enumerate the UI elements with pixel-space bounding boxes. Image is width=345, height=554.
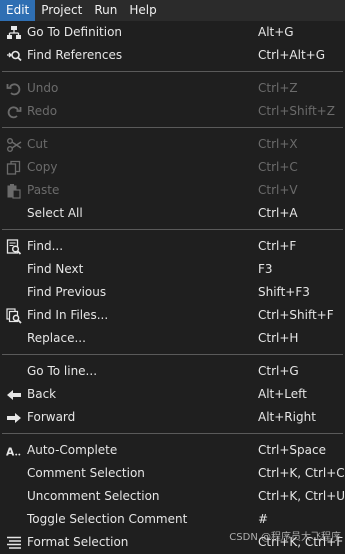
menu-item-label: Undo [27, 81, 59, 95]
redo-icon [6, 104, 22, 120]
menu-item-label: Go To Definition [27, 25, 123, 39]
find-document-icon [6, 239, 22, 255]
menu-item-shortcut: Alt+Left [258, 387, 307, 401]
menu-item-shortcut: Ctrl+H [258, 331, 299, 345]
menu-item-shortcut: Alt+G [258, 25, 294, 39]
menu-item-uncomment-selection[interactable]: Uncomment Selection Ctrl+K, Ctrl+U [0, 485, 345, 508]
menu-item-label: Find... [27, 239, 64, 253]
menu-item-shortcut: Ctrl+Z [258, 81, 298, 95]
menu-item-redo[interactable]: Redo Ctrl+Shift+Z [0, 100, 345, 123]
menu-item-label: Find In Files... [27, 308, 109, 322]
menu-item-find-next[interactable]: Find Next F3 [0, 258, 345, 281]
menu-item-find-previous[interactable]: Find Previous Shift+F3 [0, 281, 345, 304]
menu-separator [2, 71, 343, 72]
menu-item-cut[interactable]: Cut Ctrl+X [0, 133, 345, 156]
undo-icon [6, 81, 22, 97]
menu-item-shortcut: Alt+Right [258, 410, 316, 424]
scissors-icon [6, 137, 22, 153]
menu-item-shortcut: Ctrl+G [258, 364, 299, 378]
menu-item-shortcut: Ctrl+A [258, 206, 298, 220]
menu-bar: Edit Project Run Help [0, 0, 345, 22]
edit-dropdown-menu: Go To Definition Alt+G Find References C… [0, 21, 345, 549]
menu-item-back[interactable]: Back Alt+Left [0, 383, 345, 406]
menu-item-forward[interactable]: Forward Alt+Right [0, 406, 345, 429]
menu-item-copy[interactable]: Copy Ctrl+C [0, 156, 345, 179]
menu-separator [2, 229, 343, 230]
copy-icon [6, 160, 22, 176]
menu-item-shortcut: F3 [258, 262, 273, 276]
menu-item-shortcut: Ctrl+Alt+G [258, 48, 326, 62]
menu-item-shortcut: Ctrl+Shift+Z [258, 104, 335, 118]
menu-item-find-in-files[interactable]: Find In Files... Ctrl+Shift+F [0, 304, 345, 327]
arrow-right-icon [6, 410, 22, 426]
menu-item-label: Auto-Complete [27, 443, 118, 457]
find-references-icon [6, 48, 22, 64]
menu-item-shortcut: Ctrl+K, Ctrl+U [258, 489, 345, 503]
menu-item-shortcut: Ctrl+Shift+F [258, 308, 334, 322]
watermark: CSDN @程序员大飞程序 [229, 532, 341, 543]
menu-item-shortcut: Ctrl+F [258, 239, 297, 253]
menu-item-label: Replace... [27, 331, 86, 345]
arrow-left-icon [6, 387, 22, 403]
menu-item-shortcut: Ctrl+K, Ctrl+C [258, 466, 345, 480]
menu-project[interactable]: Project [35, 0, 88, 21]
menu-item-label: Comment Selection [27, 466, 145, 480]
auto-complete-icon: A [6, 443, 22, 459]
menu-item-label: Find Next [27, 262, 84, 276]
menu-item-shortcut: Ctrl+V [258, 183, 298, 197]
menu-item-label: Select All [27, 206, 83, 220]
menu-item-label: Format Selection [27, 535, 129, 549]
menu-item-label: Forward [27, 410, 76, 424]
menu-run[interactable]: Run [88, 0, 123, 21]
menu-item-label: Find Previous [27, 285, 107, 299]
menu-item-select-all[interactable]: Select All Ctrl+A [0, 202, 345, 225]
menu-item-go-to-line[interactable]: Go To line... Ctrl+G [0, 360, 345, 383]
find-in-files-icon [6, 308, 22, 324]
menu-edit[interactable]: Edit [0, 0, 36, 21]
menu-item-label: Go To line... [27, 364, 98, 378]
menu-item-label: Toggle Selection Comment [27, 512, 188, 526]
menu-item-paste[interactable]: Paste Ctrl+V [0, 179, 345, 202]
menu-separator [2, 354, 343, 355]
menu-item-shortcut: Ctrl+Space [258, 443, 326, 457]
menu-item-find[interactable]: Find... Ctrl+F [0, 235, 345, 258]
menu-item-label: Copy [27, 160, 58, 174]
menu-item-find-references[interactable]: Find References Ctrl+Alt+G [0, 44, 345, 67]
menu-item-label: Back [27, 387, 57, 401]
menu-item-label: Cut [27, 137, 48, 151]
menu-item-label: Redo [27, 104, 58, 118]
menu-separator [2, 433, 343, 434]
menu-item-label: Uncomment Selection [27, 489, 160, 503]
menu-item-shortcut: Shift+F3 [258, 285, 310, 299]
paste-icon [6, 183, 22, 199]
menu-item-go-to-definition[interactable]: Go To Definition Alt+G [0, 21, 345, 44]
menu-item-label: Find References [27, 48, 123, 62]
menu-item-shortcut: Ctrl+X [258, 137, 298, 151]
menu-help[interactable]: Help [123, 0, 162, 21]
menu-item-replace[interactable]: Replace... Ctrl+H [0, 327, 345, 350]
menu-item-undo[interactable]: Undo Ctrl+Z [0, 77, 345, 100]
hierarchy-icon [6, 25, 22, 41]
menu-separator [2, 127, 343, 128]
menu-item-label: Paste [27, 183, 60, 197]
svg-text:A: A [6, 445, 15, 458]
menu-item-shortcut: Ctrl+C [258, 160, 298, 174]
menu-item-auto-complete[interactable]: A Auto-Complete Ctrl+Space [0, 439, 345, 462]
menu-item-comment-selection[interactable]: Comment Selection Ctrl+K, Ctrl+C [0, 462, 345, 485]
